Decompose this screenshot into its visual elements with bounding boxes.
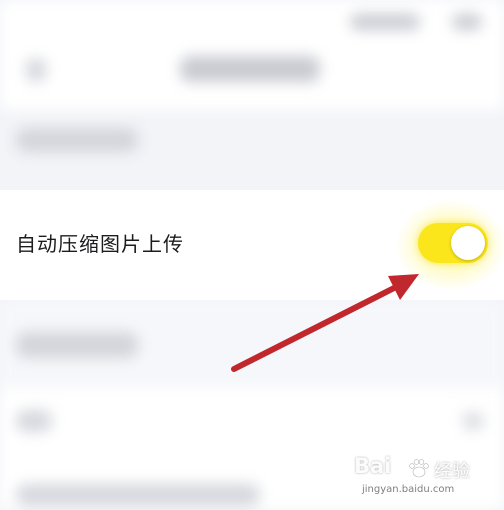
annotation-arrow-icon	[231, 274, 419, 372]
baidu-paw-icon	[409, 459, 429, 478]
watermark-brand-suffix: 经验	[434, 461, 470, 482]
watermark-brand: Bai	[354, 454, 392, 478]
watermark-url: jingyan.baidu.com	[362, 484, 455, 495]
baidu-jingyan-watermark: Bai 经验 jingyan.baidu.com	[354, 452, 500, 506]
